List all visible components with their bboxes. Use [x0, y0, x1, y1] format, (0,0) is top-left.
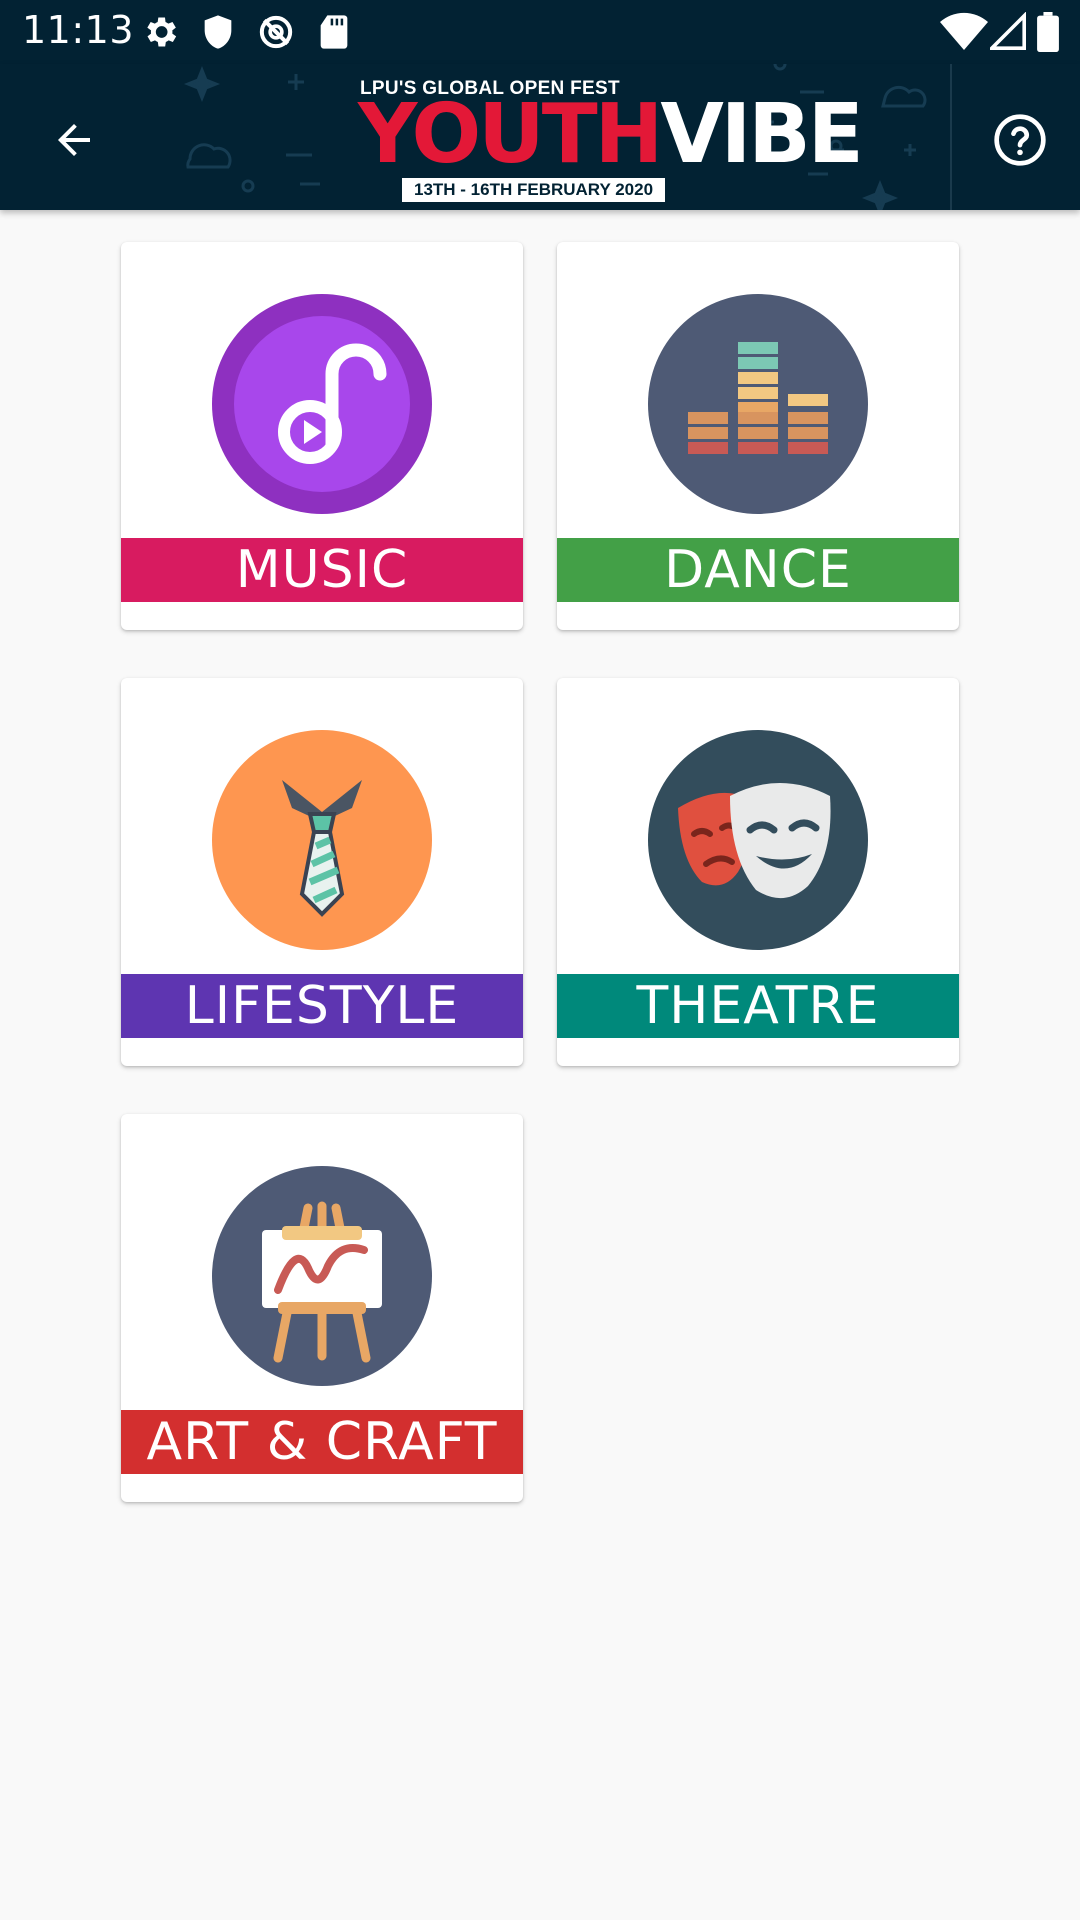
- youthvibe-logo: LPU'S GLOBAL OPEN FEST YOUTHVIBE 13TH - …: [350, 74, 864, 204]
- gear-icon: [147, 17, 177, 47]
- category-card-theatre[interactable]: THEATRE: [557, 678, 959, 1066]
- category-card-dance[interactable]: DANCE: [557, 242, 959, 630]
- category-card-music[interactable]: MUSIC: [121, 242, 523, 630]
- theatre-masks-icon: [648, 730, 868, 950]
- logo-title-vibe: VIBE: [660, 87, 863, 182]
- category-label: LIFESTYLE: [121, 974, 523, 1038]
- equalizer-icon: [648, 294, 868, 514]
- tie-icon: [212, 730, 432, 950]
- category-card-art-craft[interactable]: ART & CRAFT: [121, 1114, 523, 1502]
- cell-signal-icon: [990, 12, 1026, 50]
- help-button[interactable]: [975, 100, 1065, 180]
- app-bar: LPU'S GLOBAL OPEN FEST YOUTHVIBE 13TH - …: [0, 64, 1080, 210]
- status-time: 11:13: [22, 8, 135, 52]
- help-circle-icon: [994, 114, 1046, 166]
- arrow-back-icon: [58, 124, 90, 156]
- logo-title: YOUTHVIBE: [358, 94, 864, 176]
- battery-icon: [1037, 12, 1059, 52]
- shield-icon: [204, 15, 232, 49]
- app-bar-divider: [950, 64, 952, 210]
- category-card-lifestyle[interactable]: LIFESTYLE: [121, 678, 523, 1066]
- category-label: MUSIC: [121, 538, 523, 602]
- status-bar: 11:13: [0, 0, 1080, 64]
- back-button[interactable]: [30, 100, 118, 180]
- music-note-icon: [212, 294, 432, 514]
- wifi-icon: [940, 12, 988, 51]
- sd-card-icon: [320, 15, 348, 49]
- no-sync-icon: [259, 15, 293, 49]
- logo-dates: 13TH - 16TH FEBRUARY 2020: [402, 178, 666, 202]
- easel-icon: [212, 1166, 432, 1386]
- category-label: THEATRE: [557, 974, 959, 1038]
- logo-title-youth: YOUTH: [358, 87, 663, 182]
- category-label: DANCE: [557, 538, 959, 602]
- category-label: ART & CRAFT: [121, 1410, 523, 1474]
